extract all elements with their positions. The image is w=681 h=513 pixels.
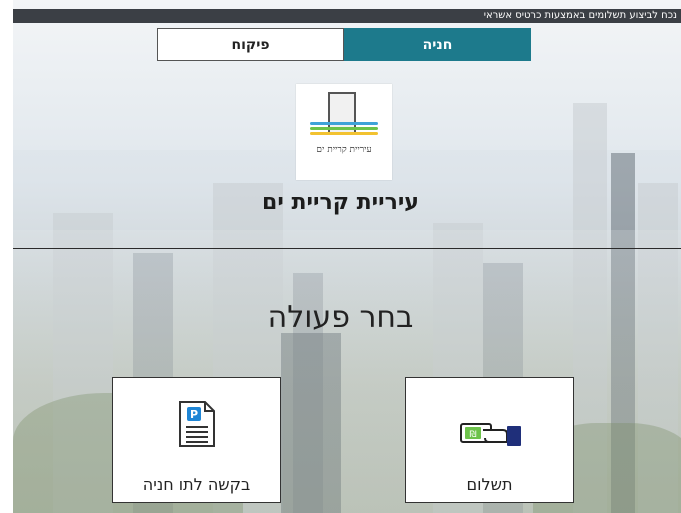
svg-text:₪: ₪ — [469, 430, 476, 440]
payment-hand-icon: ₪ — [460, 423, 521, 446]
choose-action-title: בחר פעולה — [267, 300, 414, 335]
tab-inspection[interactable]: פיקוח — [157, 28, 344, 61]
divider — [13, 248, 681, 249]
payment-button[interactable]: ₪ תשלום — [405, 377, 574, 503]
municipality-logo: עיריית קריית ים — [296, 84, 392, 180]
tab-parking[interactable]: חניה — [344, 28, 531, 61]
parking-permit-label: בקשה לתו חניה — [142, 475, 251, 494]
tab-bar: פיקוח חניה — [157, 28, 531, 61]
payment-label: תשלום — [466, 475, 513, 494]
logo-text: עיריית קריית ים — [316, 145, 372, 155]
city-name: עיריית קריית ים — [262, 190, 419, 215]
svg-text:P: P — [190, 408, 198, 421]
parking-permit-button[interactable]: P בקשה לתו חניה — [112, 377, 281, 503]
parking-document-icon: P — [179, 401, 215, 447]
top-banner: נכח לביצוע תשלומים באמצעות כרטיס אשראי — [13, 9, 681, 23]
